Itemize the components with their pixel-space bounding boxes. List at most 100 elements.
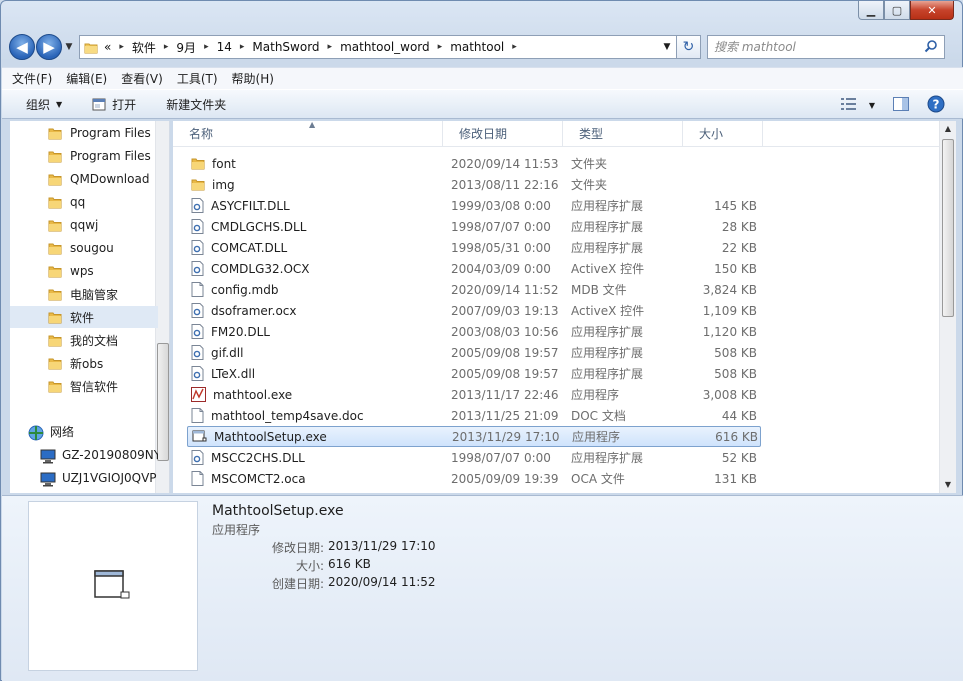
breadcrumb-item[interactable]: mathtool_word <box>340 40 430 54</box>
menu-item[interactable]: 文件(F) <box>12 70 52 87</box>
file-row[interactable]: MathtoolSetup.exe 2013/11/29 17:10 应用程序 616… <box>187 426 761 447</box>
nav-item-label: QMDownload <box>70 172 150 186</box>
file-row[interactable]: MSCOMCT2.oca 2005/09/09 19:39 OCA 文件 131 KB <box>187 468 761 489</box>
nav-scrollbar-thumb[interactable] <box>157 343 169 461</box>
file-name-cell: COMDLG32.OCX <box>187 261 451 276</box>
search-icon[interactable] <box>924 39 938 56</box>
minimize-button[interactable]: ▁ <box>858 1 884 20</box>
nav-item[interactable]: sougou <box>10 237 158 259</box>
nav-item[interactable]: 电脑管家 <box>10 283 158 305</box>
breadcrumb-separator-icon[interactable]: ▸ <box>204 42 209 52</box>
file-type: 应用程序 <box>572 430 621 444</box>
preview-pane-icon <box>893 97 909 114</box>
search-box[interactable] <box>707 35 945 59</box>
file-list-scrollbar[interactable]: ▲ ▼ <box>939 121 956 493</box>
menu-item[interactable]: 帮助(H) <box>232 70 274 87</box>
file-row[interactable]: mathtool.exe 2013/11/17 22:46 应用程序 3,008 KB <box>187 384 761 405</box>
file-name: MathtoolSetup.exe <box>214 429 327 444</box>
nav-item[interactable]: 智信软件 <box>10 375 158 397</box>
forward-button[interactable]: ▶ <box>36 34 62 60</box>
back-button[interactable]: ◀ <box>9 34 35 60</box>
dll-icon <box>191 345 204 360</box>
breadcrumb-item[interactable]: MathSword <box>252 40 319 54</box>
file-row[interactable]: img 2013/08/11 22:16 文件夹 <box>187 174 761 195</box>
folder-icon <box>191 178 205 191</box>
nav-item[interactable]: Program Files <box>10 122 158 144</box>
file-row[interactable]: mathtool_temp4save.doc 2013/11/25 21:09 DO… <box>187 405 761 426</box>
recent-pages-dropdown[interactable]: ▼ <box>63 42 75 52</box>
nav-item[interactable]: GZ-20190809NY <box>10 444 158 466</box>
close-button[interactable]: ✕ <box>910 1 954 20</box>
nav-item[interactable]: UZJ1VGIOJ0QVP <box>10 467 158 489</box>
file-row[interactable]: ASYCFILT.DLL 1999/03/08 0:00 应用程序扩展 145 KB <box>187 195 761 216</box>
help-button[interactable]: ? <box>927 95 945 116</box>
nav-item[interactable]: 软件 <box>10 306 158 328</box>
file-name: CMDLGCHS.DLL <box>211 219 307 234</box>
column-header-date[interactable]: 修改日期 <box>443 121 563 147</box>
nav-item[interactable]: wps <box>10 260 158 282</box>
file-row[interactable]: MSCC2CHS.DLL 1998/07/07 0:00 应用程序扩展 52 KB <box>187 447 761 468</box>
maximize-icon: ▢ <box>891 3 903 17</box>
nav-item[interactable]: 新obs <box>10 352 158 374</box>
breadcrumb-separator-icon[interactable]: ▸ <box>328 42 333 52</box>
column-header-name[interactable]: ▲ 名称 <box>173 121 443 147</box>
file-type: 应用程序扩展 <box>571 451 644 465</box>
nav-item[interactable]: 网络 <box>10 420 158 442</box>
breadcrumb-separator-icon[interactable]: ▸ <box>512 42 517 52</box>
file-list-scrollbar-thumb[interactable] <box>942 139 954 317</box>
breadcrumb-item[interactable]: 9月 <box>176 39 196 56</box>
maximize-button[interactable]: ▢ <box>884 1 910 20</box>
breadcrumb-separator-icon[interactable]: ▸ <box>119 42 124 52</box>
file-size: 1,109 KB <box>702 303 757 318</box>
nav-item[interactable]: QMDownload <box>10 168 158 190</box>
file-name-cell: font <box>187 157 451 171</box>
address-bar[interactable]: « ▸ 软件 ▸ 9月 ▸ 14 ▸ MathSword ▸ mathtool_word ▸ math… <box>79 35 677 59</box>
column-header-type[interactable]: 类型 <box>563 121 683 147</box>
nav-item[interactable]: qq <box>10 191 158 213</box>
file-row[interactable]: CMDLGCHS.DLL 1998/07/07 0:00 应用程序扩展 28 KB <box>187 216 761 237</box>
scroll-up-button[interactable]: ▲ <box>940 121 956 137</box>
file-row[interactable]: COMCAT.DLL 1998/05/31 0:00 应用程序扩展 22 KB <box>187 237 761 258</box>
view-options-button[interactable]: ▼ <box>840 98 875 113</box>
details-size-value: 616 KB <box>328 557 371 571</box>
breadcrumb-overflow[interactable]: « <box>104 40 111 54</box>
preview-pane-button[interactable] <box>893 97 909 114</box>
file-date: 2005/09/08 19:57 <box>451 366 559 381</box>
column-header-size[interactable]: 大小 <box>683 121 763 147</box>
file-row[interactable]: gif.dll 2005/09/08 19:57 应用程序扩展 508 KB <box>187 342 761 363</box>
breadcrumb-item[interactable]: 14 <box>217 40 232 54</box>
breadcrumb-item[interactable]: 软件 <box>132 39 156 56</box>
new-folder-button[interactable]: 新建文件夹 <box>166 96 226 113</box>
file-row[interactable]: font 2020/09/14 11:53 文件夹 <box>187 153 761 174</box>
refresh-button[interactable]: ↻ <box>677 35 701 59</box>
menu-item[interactable]: 工具(T) <box>177 70 218 87</box>
breadcrumb-separator-icon[interactable]: ▸ <box>438 42 443 52</box>
dll-icon <box>191 240 204 255</box>
file-row[interactable]: FM20.DLL 2003/08/03 10:56 应用程序扩展 1,120 KB <box>187 321 761 342</box>
search-input[interactable] <box>714 40 924 54</box>
breadcrumb-item[interactable]: mathtool <box>450 40 504 54</box>
nav-item[interactable]: 我的文档 <box>10 329 158 351</box>
file-row[interactable]: dsoframer.ocx 2007/09/03 19:13 ActiveX 控件 1… <box>187 300 761 321</box>
breadcrumb-separator-icon[interactable]: ▸ <box>240 42 245 52</box>
organize-button[interactable]: 组织 ▼ <box>26 96 62 113</box>
file-name-cell: dsoframer.ocx <box>187 303 451 318</box>
nav-item[interactable]: qqwj <box>10 214 158 236</box>
file-size: 131 KB <box>714 471 757 486</box>
menu-item[interactable]: 编辑(E) <box>66 70 107 87</box>
file-row[interactable]: config.mdb 2020/09/14 11:52 MDB 文件 3,824 KB <box>187 279 761 300</box>
nav-item[interactable]: Program Files <box>10 145 158 167</box>
minimize-icon: ▁ <box>866 3 876 17</box>
file-date: 1998/07/07 0:00 <box>451 219 551 234</box>
file-name-cell: gif.dll <box>187 345 451 360</box>
folder-icon <box>48 127 64 140</box>
file-row[interactable]: LTeX.dll 2005/09/08 19:57 应用程序扩展 508 KB <box>187 363 761 384</box>
open-button[interactable]: 打开 <box>92 96 136 113</box>
breadcrumb-separator-icon[interactable]: ▸ <box>164 42 169 52</box>
refresh-icon: ↻ <box>682 39 695 55</box>
address-history-dropdown[interactable]: ▼ <box>658 42 676 52</box>
scroll-down-button[interactable]: ▼ <box>940 477 956 493</box>
file-date: 2005/09/08 19:57 <box>451 345 559 360</box>
file-row[interactable]: COMDLG32.OCX 2004/03/09 0:00 ActiveX 控件 150… <box>187 258 761 279</box>
menu-item[interactable]: 查看(V) <box>121 70 163 87</box>
